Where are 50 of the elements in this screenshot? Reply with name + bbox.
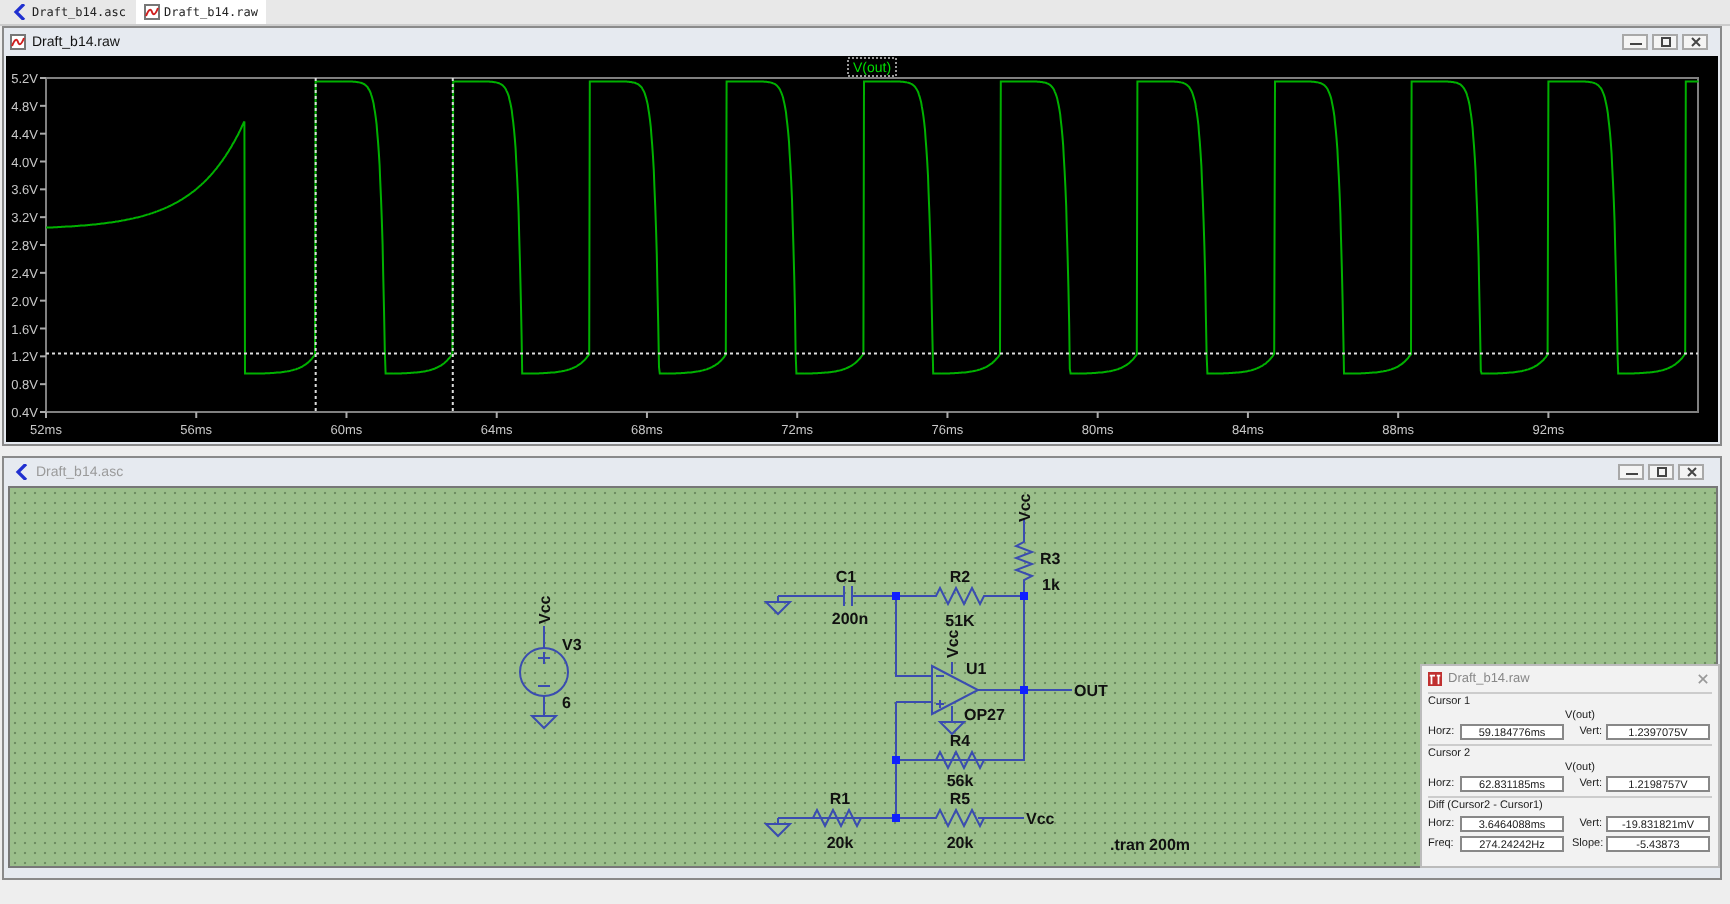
resistor-symbol <box>895 749 1025 771</box>
ground-symbol <box>765 817 793 837</box>
schematic-icon <box>14 464 30 480</box>
schematic-icon <box>12 4 28 20</box>
capacitor-symbol <box>843 585 853 607</box>
net-label: OUT <box>1074 682 1108 700</box>
component-value: 56k <box>946 772 974 790</box>
waveform-icon <box>10 34 26 50</box>
component-label: R5 <box>949 790 971 808</box>
component-value: 6 <box>562 694 571 712</box>
cursor-line[interactable] <box>314 77 317 413</box>
close-icon <box>1685 36 1705 48</box>
component-label: U1 <box>966 660 987 678</box>
component-label: V3 <box>562 636 582 654</box>
component-value: 200n <box>831 610 869 628</box>
net-label: Vcc <box>1016 493 1034 522</box>
component-label: C1 <box>835 568 857 586</box>
close-icon <box>1681 466 1701 478</box>
component-label: R2 <box>949 568 971 586</box>
close-button[interactable] <box>1678 464 1704 480</box>
close-button[interactable] <box>1682 34 1708 50</box>
waveform-icon <box>143 4 160 20</box>
restore-icon <box>1651 466 1671 478</box>
restore-button[interactable] <box>1652 34 1678 50</box>
component-value: 20k <box>946 834 974 852</box>
app-icon <box>1428 672 1442 686</box>
ground-symbol <box>765 595 793 615</box>
component-value: 1k <box>1042 576 1060 594</box>
ground-symbol <box>531 709 559 729</box>
restore-icon <box>1655 36 1675 48</box>
net-label: Vcc <box>1026 810 1055 828</box>
ground-symbol <box>939 715 967 735</box>
net-label: Vcc <box>536 595 554 624</box>
restore-button[interactable] <box>1648 464 1674 480</box>
net-label: Vcc <box>944 629 962 658</box>
component-label: R1 <box>829 790 851 808</box>
resistor-symbol <box>895 807 1025 829</box>
voltage-source-symbol[interactable] <box>519 647 569 697</box>
component-label: R3 <box>1040 550 1061 568</box>
resistor-symbol <box>777 807 897 829</box>
component-label: R4 <box>949 732 971 750</box>
wire <box>543 625 545 711</box>
close-icon[interactable] <box>1698 674 1708 684</box>
component-value: 51K <box>945 612 975 630</box>
component-value: 20k <box>826 834 854 852</box>
component-value: OP27 <box>964 706 1005 724</box>
cursor-line[interactable] <box>451 77 454 413</box>
minimize-button[interactable] <box>1622 34 1648 50</box>
minimize-button[interactable] <box>1618 464 1644 480</box>
spice-directive: .tran 200m <box>1110 836 1191 854</box>
